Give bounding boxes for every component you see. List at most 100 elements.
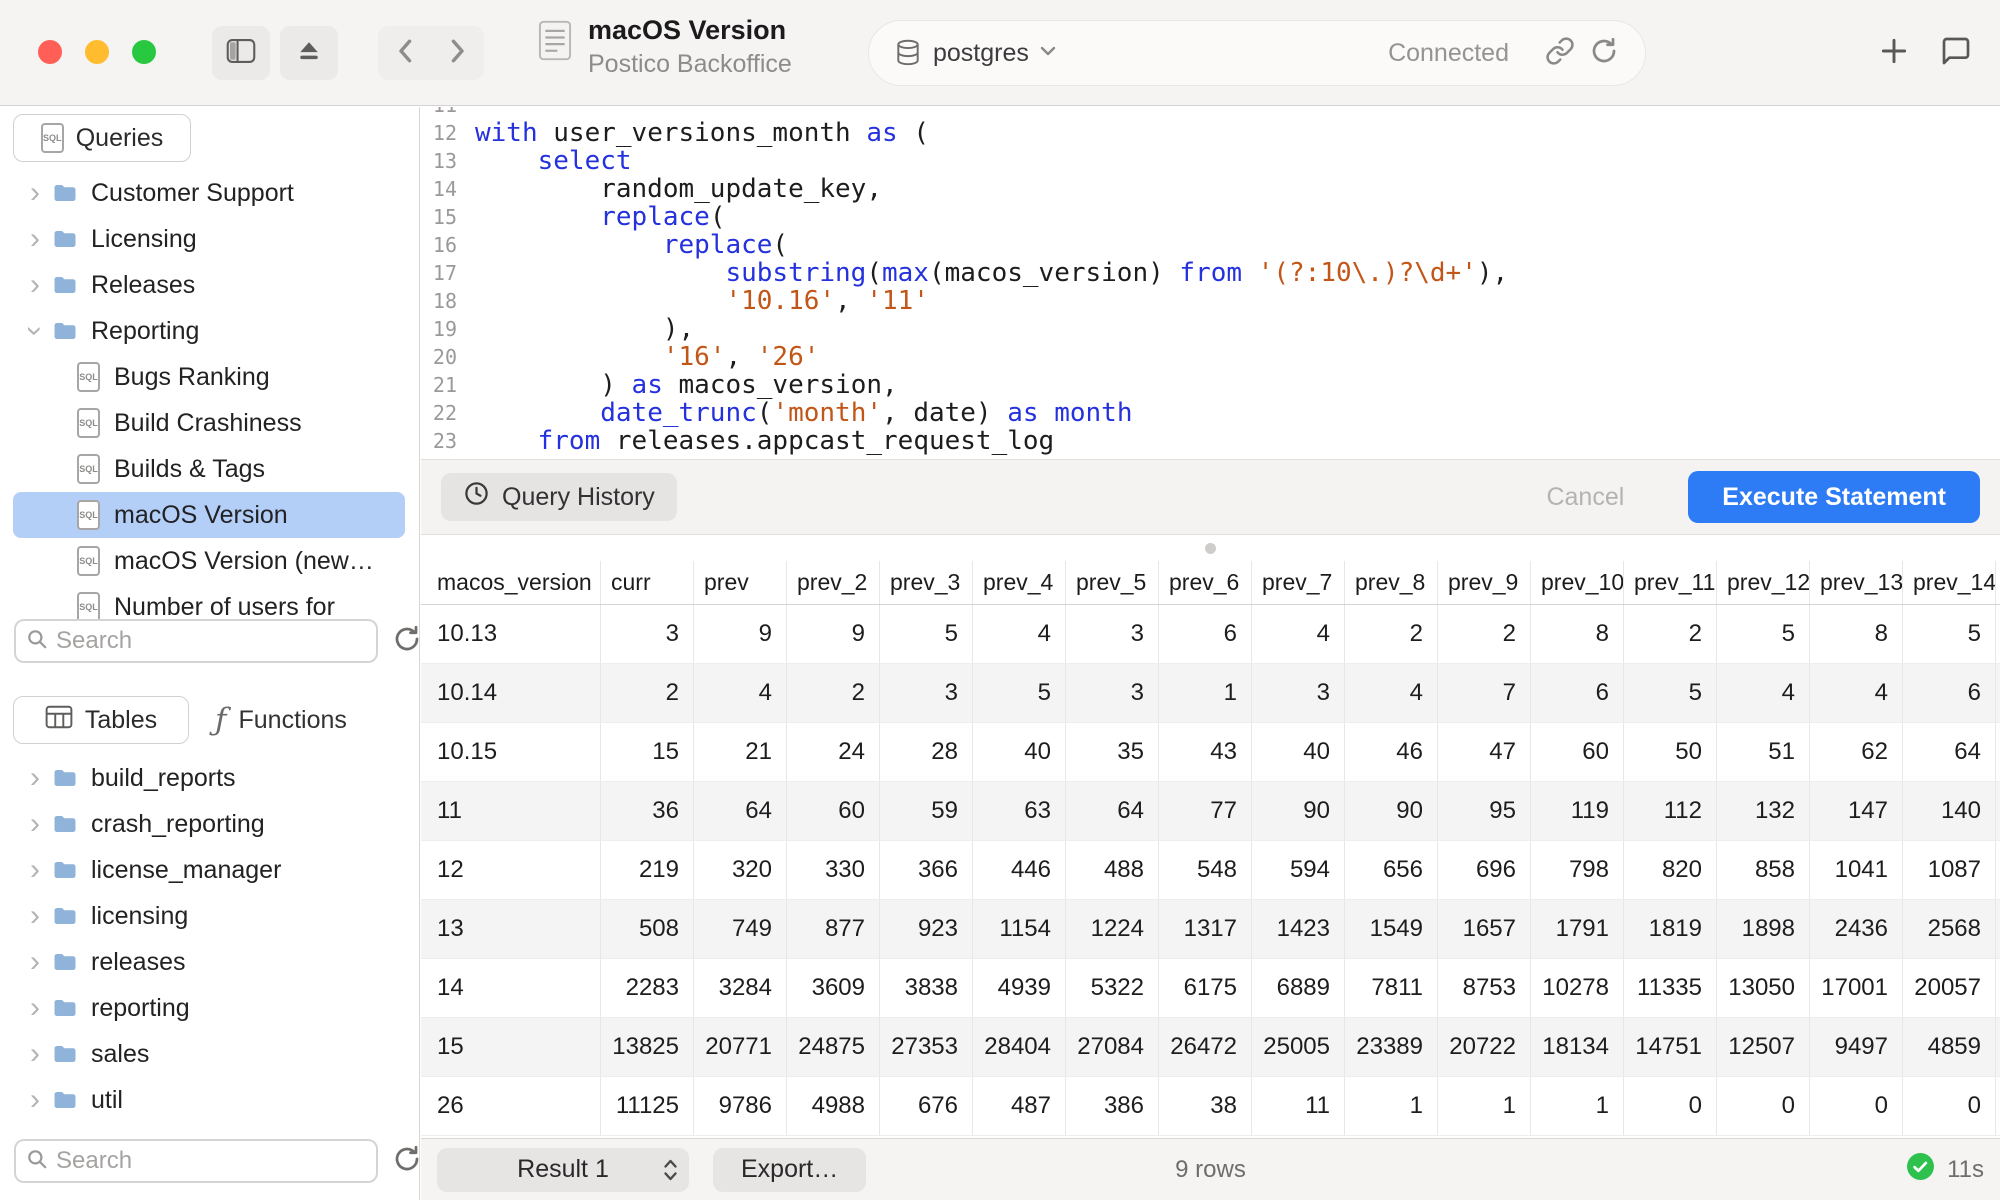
cell-macos-version[interactable]: 14 xyxy=(421,959,601,1017)
table-cell[interactable]: 11335 xyxy=(1624,959,1717,1017)
table-cell[interactable]: 1 xyxy=(1438,1077,1531,1135)
column-header-prev[interactable]: prev xyxy=(694,561,787,604)
feedback-button[interactable] xyxy=(1940,35,1972,72)
table-cell[interactable]: 366 xyxy=(880,841,973,899)
table-cell[interactable]: 5 xyxy=(880,605,973,663)
table-cell[interactable]: 8 xyxy=(1810,605,1903,663)
table-cell[interactable]: 43 xyxy=(1159,723,1252,781)
table-cell[interactable]: 17001 xyxy=(1810,959,1903,1017)
table-cell[interactable]: 7811 xyxy=(1345,959,1438,1017)
close-window-button[interactable] xyxy=(38,40,62,64)
refresh-queries-button[interactable] xyxy=(392,624,422,659)
table-cell[interactable]: 488 xyxy=(1066,841,1159,899)
table-cell[interactable]: 9497 xyxy=(1810,1018,1903,1076)
chevron-right-icon[interactable]: › xyxy=(23,178,47,208)
export-button[interactable]: Export… xyxy=(713,1148,866,1192)
table-cell[interactable]: 27353 xyxy=(880,1018,973,1076)
table-cell[interactable]: 0 xyxy=(1810,1077,1903,1135)
table-cell[interactable]: 0 xyxy=(1903,1077,1996,1135)
table-row[interactable]: 1350874987792311541224131714231549165717… xyxy=(421,900,2000,959)
table-row[interactable]: 10.15152124284035434046476050516264 xyxy=(421,723,2000,782)
table-cell[interactable]: 11 xyxy=(1252,1077,1345,1135)
table-cell[interactable]: 59 xyxy=(880,782,973,840)
sidebar-folder-releases[interactable]: ›Releases xyxy=(13,262,405,308)
table-cell[interactable]: 4859 xyxy=(1903,1018,1996,1076)
table-cell[interactable]: 3609 xyxy=(787,959,880,1017)
table-cell[interactable]: 1317 xyxy=(1159,900,1252,958)
column-header-prev-12[interactable]: prev_12 xyxy=(1717,561,1810,604)
table-cell[interactable]: 6 xyxy=(1903,664,1996,722)
chevron-right-icon[interactable]: › xyxy=(23,993,47,1023)
pane-splitter[interactable] xyxy=(421,535,2000,561)
table-cell[interactable]: 119 xyxy=(1531,782,1624,840)
table-row[interactable]: 1422833284360938384939532261756889781187… xyxy=(421,959,2000,1018)
table-cell[interactable]: 487 xyxy=(973,1077,1066,1135)
chevron-right-icon[interactable]: › xyxy=(23,809,47,839)
table-cell[interactable]: 696 xyxy=(1438,841,1531,899)
column-header-prev-11[interactable]: prev_11 xyxy=(1624,561,1717,604)
table-cell[interactable]: 820 xyxy=(1624,841,1717,899)
table-cell[interactable]: 95 xyxy=(1438,782,1531,840)
table-row[interactable]: 1221932033036644648854859465669679882085… xyxy=(421,841,2000,900)
table-cell[interactable]: 9786 xyxy=(694,1077,787,1135)
tab-functions[interactable]: ƒ Functions xyxy=(215,705,347,736)
sidebar-folder-build-reports[interactable]: ›build_reports xyxy=(13,755,405,801)
table-cell[interactable]: 2 xyxy=(787,664,880,722)
table-cell[interactable]: 2436 xyxy=(1810,900,1903,958)
column-header-prev-9[interactable]: prev_9 xyxy=(1438,561,1531,604)
table-cell[interactable]: 40 xyxy=(1252,723,1345,781)
database-selector[interactable]: postgres xyxy=(933,39,1029,68)
table-cell[interactable]: 3284 xyxy=(694,959,787,1017)
table-cell[interactable]: 3838 xyxy=(880,959,973,1017)
table-cell[interactable]: 1087 xyxy=(1903,841,1996,899)
table-cell[interactable]: 35 xyxy=(1066,723,1159,781)
queries-search-input[interactable] xyxy=(56,627,366,655)
table-cell[interactable]: 877 xyxy=(787,900,880,958)
table-cell[interactable]: 24875 xyxy=(787,1018,880,1076)
table-cell[interactable]: 9 xyxy=(787,605,880,663)
table-cell[interactable]: 1898 xyxy=(1717,900,1810,958)
table-cell[interactable]: 60 xyxy=(1531,723,1624,781)
query-history-button[interactable]: Query History xyxy=(441,473,677,521)
table-cell[interactable]: 38 xyxy=(1159,1077,1252,1135)
chevron-right-icon[interactable]: › xyxy=(23,855,47,885)
table-cell[interactable]: 4 xyxy=(1810,664,1903,722)
sql-editor[interactable]: 1112with user_versions_month as (13 sele… xyxy=(421,107,2000,459)
table-cell[interactable]: 7 xyxy=(1438,664,1531,722)
sidebar-folder-reporting[interactable]: ›reporting xyxy=(13,985,405,1031)
table-cell[interactable]: 1224 xyxy=(1066,900,1159,958)
table-cell[interactable]: 5 xyxy=(973,664,1066,722)
splitter-handle-icon[interactable] xyxy=(1205,543,1216,554)
minimize-window-button[interactable] xyxy=(85,40,109,64)
disconnect-button[interactable] xyxy=(280,26,338,80)
table-cell[interactable]: 3 xyxy=(880,664,973,722)
table-cell[interactable]: 1154 xyxy=(973,900,1066,958)
editor-line-22[interactable]: 22 date_trunc('month', date) as month xyxy=(421,399,2000,427)
column-header-macos-version[interactable]: macos_version xyxy=(421,561,601,604)
reconnect-button[interactable] xyxy=(1589,36,1619,71)
table-cell[interactable]: 140 xyxy=(1903,782,1996,840)
table-cell[interactable]: 64 xyxy=(1903,723,1996,781)
table-cell[interactable]: 90 xyxy=(1345,782,1438,840)
table-cell[interactable]: 1423 xyxy=(1252,900,1345,958)
table-cell[interactable]: 9 xyxy=(694,605,787,663)
table-cell[interactable]: 858 xyxy=(1717,841,1810,899)
sidebar-query-macos-version[interactable]: SQLmacOS Version xyxy=(13,492,405,538)
chevron-right-icon[interactable]: › xyxy=(23,1085,47,1115)
table-cell[interactable]: 20057 xyxy=(1903,959,1996,1017)
table-cell[interactable]: 594 xyxy=(1252,841,1345,899)
table-cell[interactable]: 4 xyxy=(1345,664,1438,722)
table-cell[interactable]: 21 xyxy=(694,723,787,781)
column-header-prev-14[interactable]: prev_14 xyxy=(1903,561,1996,604)
table-cell[interactable]: 6 xyxy=(1159,605,1252,663)
editor-line-23[interactable]: 23 from releases.appcast_request_log xyxy=(421,427,2000,455)
table-cell[interactable]: 20722 xyxy=(1438,1018,1531,1076)
table-cell[interactable]: 112 xyxy=(1624,782,1717,840)
chevron-right-icon[interactable]: › xyxy=(23,901,47,931)
table-cell[interactable]: 1549 xyxy=(1345,900,1438,958)
table-cell[interactable]: 2 xyxy=(601,664,694,722)
table-cell[interactable]: 28 xyxy=(880,723,973,781)
cancel-button[interactable]: Cancel xyxy=(1546,483,1624,512)
queries-search-field[interactable] xyxy=(14,619,378,663)
table-cell[interactable]: 50 xyxy=(1624,723,1717,781)
